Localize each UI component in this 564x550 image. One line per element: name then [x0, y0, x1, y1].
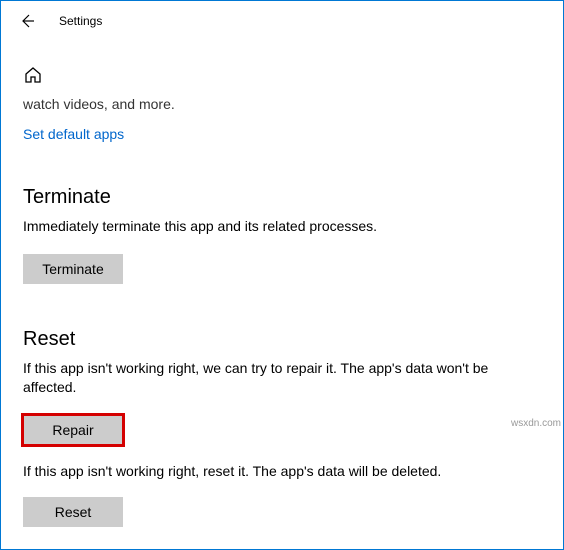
watermark-text: wsxdn.com [511, 418, 561, 429]
terminate-heading: Terminate [23, 186, 541, 209]
repair-description: If this app isn't working right, we can … [23, 359, 541, 397]
content-area: watch videos, and more. Set default apps… [1, 65, 563, 527]
header-title: Settings [59, 14, 102, 28]
reset-description: If this app isn't working right, reset i… [23, 463, 541, 479]
terminate-description: Immediately terminate this app and its r… [23, 217, 541, 236]
back-button[interactable] [13, 7, 41, 35]
reset-heading: Reset [23, 328, 541, 351]
home-icon[interactable] [23, 65, 541, 90]
window-header: Settings [1, 1, 563, 41]
reset-section: Reset If this app isn't working right, w… [23, 328, 541, 527]
terminate-section: Terminate Immediately terminate this app… [23, 186, 541, 284]
truncated-description: watch videos, and more. [23, 96, 541, 112]
reset-button[interactable]: Reset [23, 497, 123, 527]
back-arrow-icon [19, 13, 35, 29]
repair-button[interactable]: Repair [23, 415, 123, 445]
set-default-apps-link[interactable]: Set default apps [23, 126, 541, 142]
terminate-button[interactable]: Terminate [23, 254, 123, 284]
